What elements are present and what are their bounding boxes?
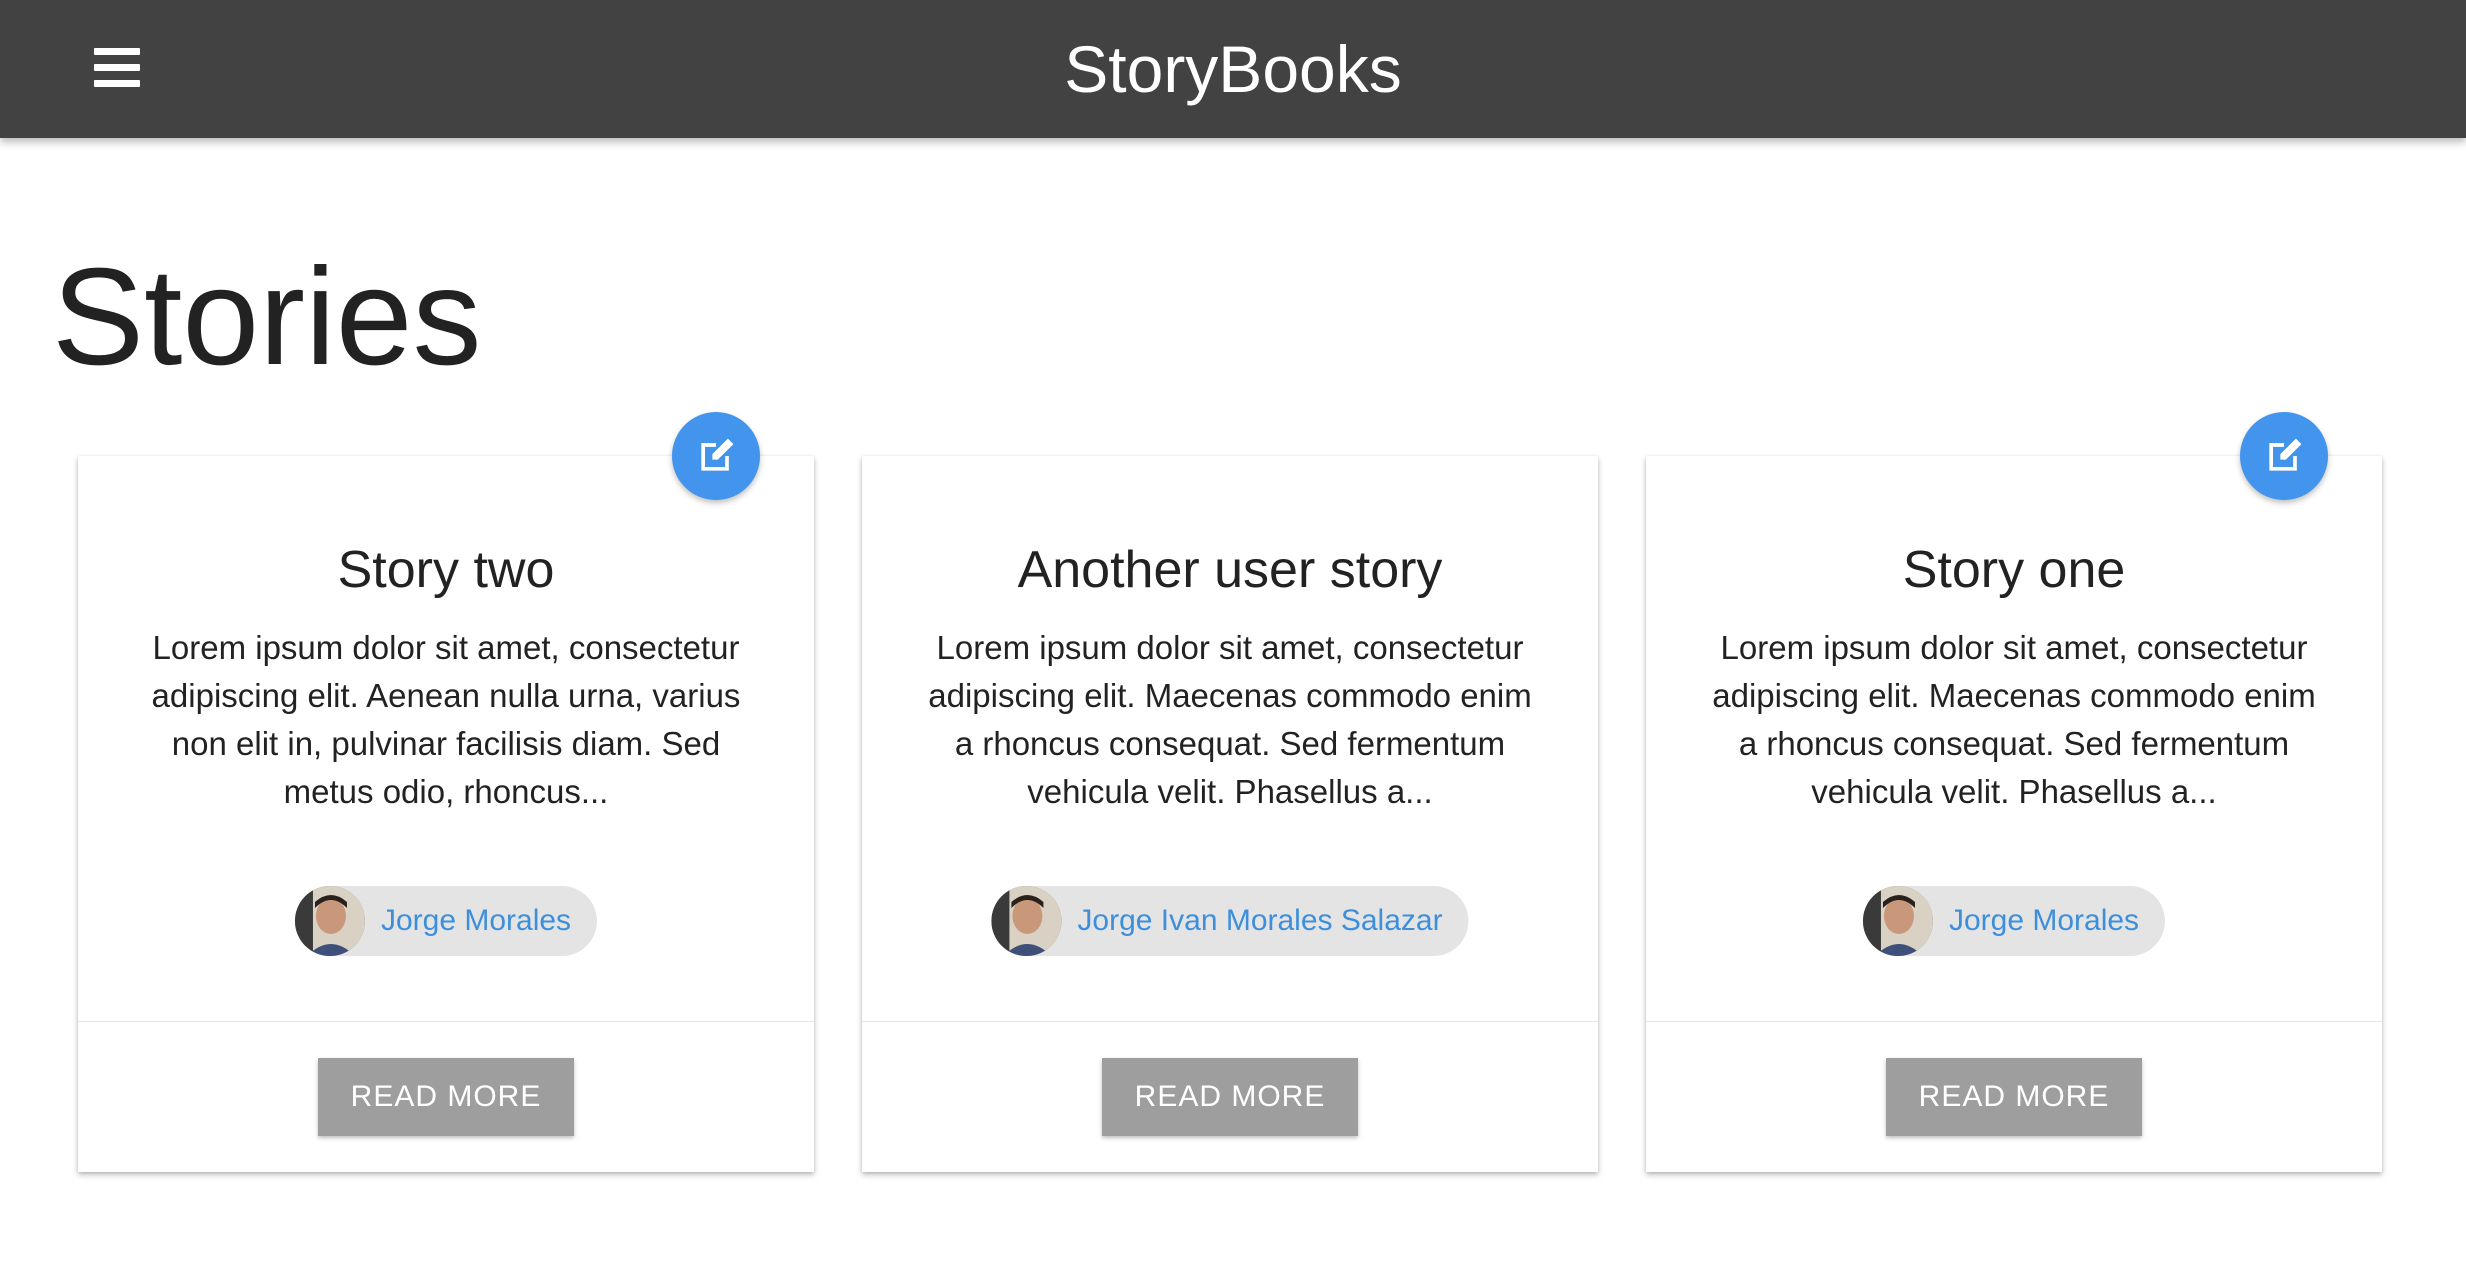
edit-icon <box>701 438 734 471</box>
author-name: Jorge Morales <box>380 904 572 937</box>
story-excerpt: Lorem ipsum dolor sit amet, consectetur … <box>151 629 741 810</box>
story-card: Story two Lorem ipsum dolor sit amet, co… <box>78 412 814 1172</box>
menu-line <box>94 64 140 71</box>
card-action-area: READ MORE <box>1646 1021 2382 1172</box>
author-name: Jorge Ivan Morales Salazar <box>1077 904 1443 937</box>
card-action-area: READ MORE <box>862 1021 1598 1172</box>
edit-story-button[interactable] <box>2240 412 2328 500</box>
card-action-area: READ MORE <box>78 1021 814 1172</box>
avatar-image <box>1862 886 1933 956</box>
author-name: Jorge Morales <box>1948 904 2140 937</box>
author-avatar <box>294 886 365 956</box>
read-more-button[interactable]: READ MORE <box>318 1058 574 1136</box>
author-chip[interactable]: Jorge Morales <box>1862 886 2166 956</box>
brand-logo-link[interactable]: StoryBooks <box>1064 32 1401 106</box>
edit-icon <box>2269 438 2302 471</box>
read-more-button[interactable]: READ MORE <box>1102 1058 1358 1136</box>
story-excerpt: Lorem ipsum dolor sit amet, consectetur … <box>1712 629 2316 810</box>
story-title: Story one <box>1902 541 2126 599</box>
author-chip[interactable]: Jorge Morales <box>294 886 598 956</box>
menu-line <box>94 48 140 55</box>
story-card: Another user story Lorem ipsum dolor sit… <box>862 456 1598 1172</box>
edit-story-button[interactable] <box>672 412 760 500</box>
story-title: Story two <box>337 541 555 599</box>
avatar-image <box>991 886 1062 956</box>
story-card: Story one Lorem ipsum dolor sit amet, co… <box>1646 412 2382 1172</box>
hamburger-menu-icon[interactable] <box>90 40 144 96</box>
avatar-image <box>294 886 365 956</box>
author-avatar <box>1862 886 1933 956</box>
menu-line <box>94 80 140 87</box>
story-title: Another user story <box>1017 541 1443 599</box>
brand-container: StoryBooks <box>0 0 2466 138</box>
author-avatar <box>991 886 1062 956</box>
page-title: Stories <box>52 240 482 394</box>
story-excerpt: Lorem ipsum dolor sit amet, consectetur … <box>928 629 1532 810</box>
author-chip[interactable]: Jorge Ivan Morales Salazar <box>991 886 1469 956</box>
top-navbar: StoryBooks <box>0 0 2466 138</box>
read-more-button[interactable]: READ MORE <box>1886 1058 2142 1136</box>
